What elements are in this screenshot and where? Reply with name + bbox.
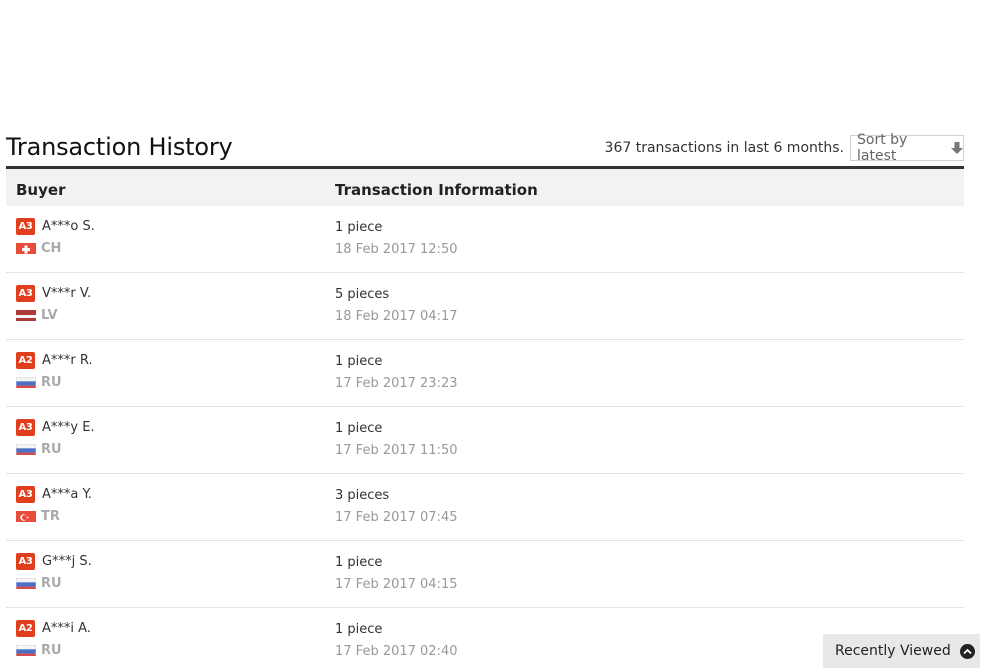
table-row: A3 A***o S. CH 1 piece 18 Feb 2017 12:50 xyxy=(6,206,964,273)
russia-flag xyxy=(16,442,36,455)
chevron-up-circle-icon xyxy=(959,643,975,659)
transaction-quantity: 1 piece xyxy=(335,220,383,235)
buyer-country: RU xyxy=(41,375,62,390)
table-row: A2 A***i A. RU 1 piece 17 Feb 2017 02:40 xyxy=(6,608,964,668)
buyer-level-badge: A3 xyxy=(16,218,35,235)
buyer-name: G***j S. xyxy=(42,554,92,569)
transaction-summary: 367 transactions in last 6 months. xyxy=(604,140,844,156)
buyer-country: TR xyxy=(41,509,60,524)
recently-viewed-bar[interactable]: Recently Viewed xyxy=(823,634,980,668)
table-body: A3 A***o S. CH 1 piece 18 Feb 2017 12:50 A3 V*… xyxy=(6,206,964,668)
table-row: A3 G***j S. RU 1 piece 17 Feb 2017 04:15 xyxy=(6,541,964,608)
switzerland-flag xyxy=(16,241,36,254)
transaction-quantity: 1 piece xyxy=(335,555,383,570)
buyer-level-badge: A2 xyxy=(16,620,35,637)
table-row: A3 A***y E. RU 1 piece 17 Feb 2017 11:50 xyxy=(6,407,964,474)
section-title: Transaction History xyxy=(6,133,233,161)
table-row: A3 A***a Y. TR 3 pieces 17 Feb 2017 07:45 xyxy=(6,474,964,541)
table-header: Buyer Transaction Information xyxy=(6,166,964,206)
buyer-name: A***y E. xyxy=(42,420,95,435)
transaction-date: 17 Feb 2017 02:40 xyxy=(335,644,458,659)
transaction-quantity: 1 piece xyxy=(335,622,383,637)
buyer-country: CH xyxy=(41,241,62,256)
transaction-history-page: Transaction History 367 transactions in … xyxy=(0,0,983,668)
transaction-date: 17 Feb 2017 07:45 xyxy=(335,510,458,525)
table-row: A3 V***r V. LV 5 pieces 18 Feb 2017 04:17 xyxy=(6,273,964,340)
buyer-level-badge: A2 xyxy=(16,352,35,369)
sort-button[interactable]: Sort by latest xyxy=(850,132,964,164)
sort-button-label: Sort by latest xyxy=(857,132,908,164)
russia-flag xyxy=(16,576,36,589)
turkey-flag xyxy=(16,509,36,522)
buyer-level-badge: A3 xyxy=(16,486,35,503)
transaction-quantity: 1 piece xyxy=(335,421,383,436)
buyer-name: A***r R. xyxy=(42,353,93,368)
buyer-country: RU xyxy=(41,576,62,591)
transaction-quantity: 5 pieces xyxy=(335,287,390,302)
latvia-flag xyxy=(16,308,36,321)
buyer-name: A***i A. xyxy=(42,621,91,636)
transaction-table: Buyer Transaction Information A3 A***o S.… xyxy=(6,166,964,668)
table-row: A2 A***r R. RU 1 piece 17 Feb 2017 23:23 xyxy=(6,340,964,407)
column-header-buyer: Buyer xyxy=(16,181,66,199)
buyer-country: RU xyxy=(41,442,62,457)
arrow-down-icon xyxy=(951,141,963,155)
buyer-level-badge: A3 xyxy=(16,285,35,302)
transaction-date: 18 Feb 2017 12:50 xyxy=(335,242,458,257)
transaction-date: 17 Feb 2017 23:23 xyxy=(335,376,458,391)
recently-viewed-label: Recently Viewed xyxy=(835,643,951,659)
column-header-transaction-info: Transaction Information xyxy=(335,181,538,199)
transaction-date: 18 Feb 2017 04:17 xyxy=(335,309,458,324)
russia-flag xyxy=(16,643,36,656)
russia-flag xyxy=(16,375,36,388)
buyer-name: V***r V. xyxy=(42,286,92,301)
buyer-country: LV xyxy=(41,308,58,323)
buyer-name: A***o S. xyxy=(42,219,95,234)
transaction-date: 17 Feb 2017 11:50 xyxy=(335,443,458,458)
section-header: Transaction History 367 transactions in … xyxy=(6,128,964,166)
buyer-level-badge: A3 xyxy=(16,419,35,436)
transaction-quantity: 1 piece xyxy=(335,354,383,369)
buyer-name: A***a Y. xyxy=(42,487,92,502)
buyer-country: RU xyxy=(41,643,62,658)
transaction-date: 17 Feb 2017 04:15 xyxy=(335,577,458,592)
buyer-level-badge: A3 xyxy=(16,553,35,570)
transaction-quantity: 3 pieces xyxy=(335,488,390,503)
